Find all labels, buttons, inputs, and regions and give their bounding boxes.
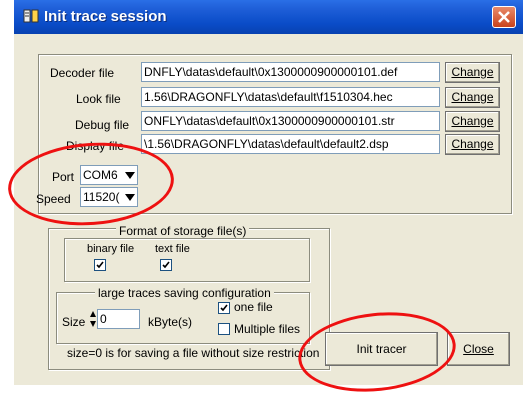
binary-file-label: binary file (87, 243, 135, 255)
large-traces-title: large traces saving configuration (95, 286, 274, 300)
window-title: Init trace session (44, 8, 167, 25)
text-file-checkbox[interactable] (160, 259, 172, 271)
check-icon (96, 261, 104, 269)
multiple-files-label: Multiple files (234, 322, 301, 336)
decoder-file-field[interactable]: DNFLY\datas\default\0x1300000900000101.d… (141, 62, 440, 82)
text-file-label: text file (155, 243, 190, 255)
look-change-button[interactable]: Change (445, 87, 500, 108)
multiple-files-checkbox[interactable] (218, 323, 230, 335)
debug-change-button[interactable]: Change (445, 111, 500, 132)
size-note: size=0 is for saving a file without size… (67, 346, 320, 360)
check-icon (162, 261, 170, 269)
storage-format-title: Format of storage file(s) (116, 224, 250, 238)
unit-label: kByte(s) (148, 315, 193, 329)
look-file-label: Look file (76, 92, 121, 106)
size-label: Size (62, 315, 86, 329)
spinner-arrows-icon[interactable] (89, 309, 97, 329)
display-file-field[interactable]: \1.56\DRAGONFLY\datas\default\default2.d… (141, 134, 440, 154)
debug-file-field[interactable]: ONFLY\datas\default\0x1300000900000101.s… (141, 111, 440, 131)
binary-file-checkbox[interactable] (94, 259, 106, 271)
close-icon (498, 11, 510, 23)
display-change-button[interactable]: Change (445, 134, 500, 155)
look-file-field[interactable]: 1.56\DRAGONFLY\datas\default\f1510304.he… (141, 87, 440, 107)
check-icon (220, 304, 228, 312)
decoder-change-button[interactable]: Change (445, 62, 500, 83)
one-file-label: one file (234, 300, 273, 314)
debug-file-label: Debug file (75, 118, 130, 132)
decoder-file-label: Decoder file (50, 66, 115, 80)
size-input[interactable]: 0 (97, 309, 140, 329)
one-file-checkbox[interactable] (218, 302, 230, 314)
close-button[interactable]: Close (447, 332, 510, 366)
app-icon (23, 9, 39, 23)
close-window-button[interactable] (492, 6, 516, 28)
